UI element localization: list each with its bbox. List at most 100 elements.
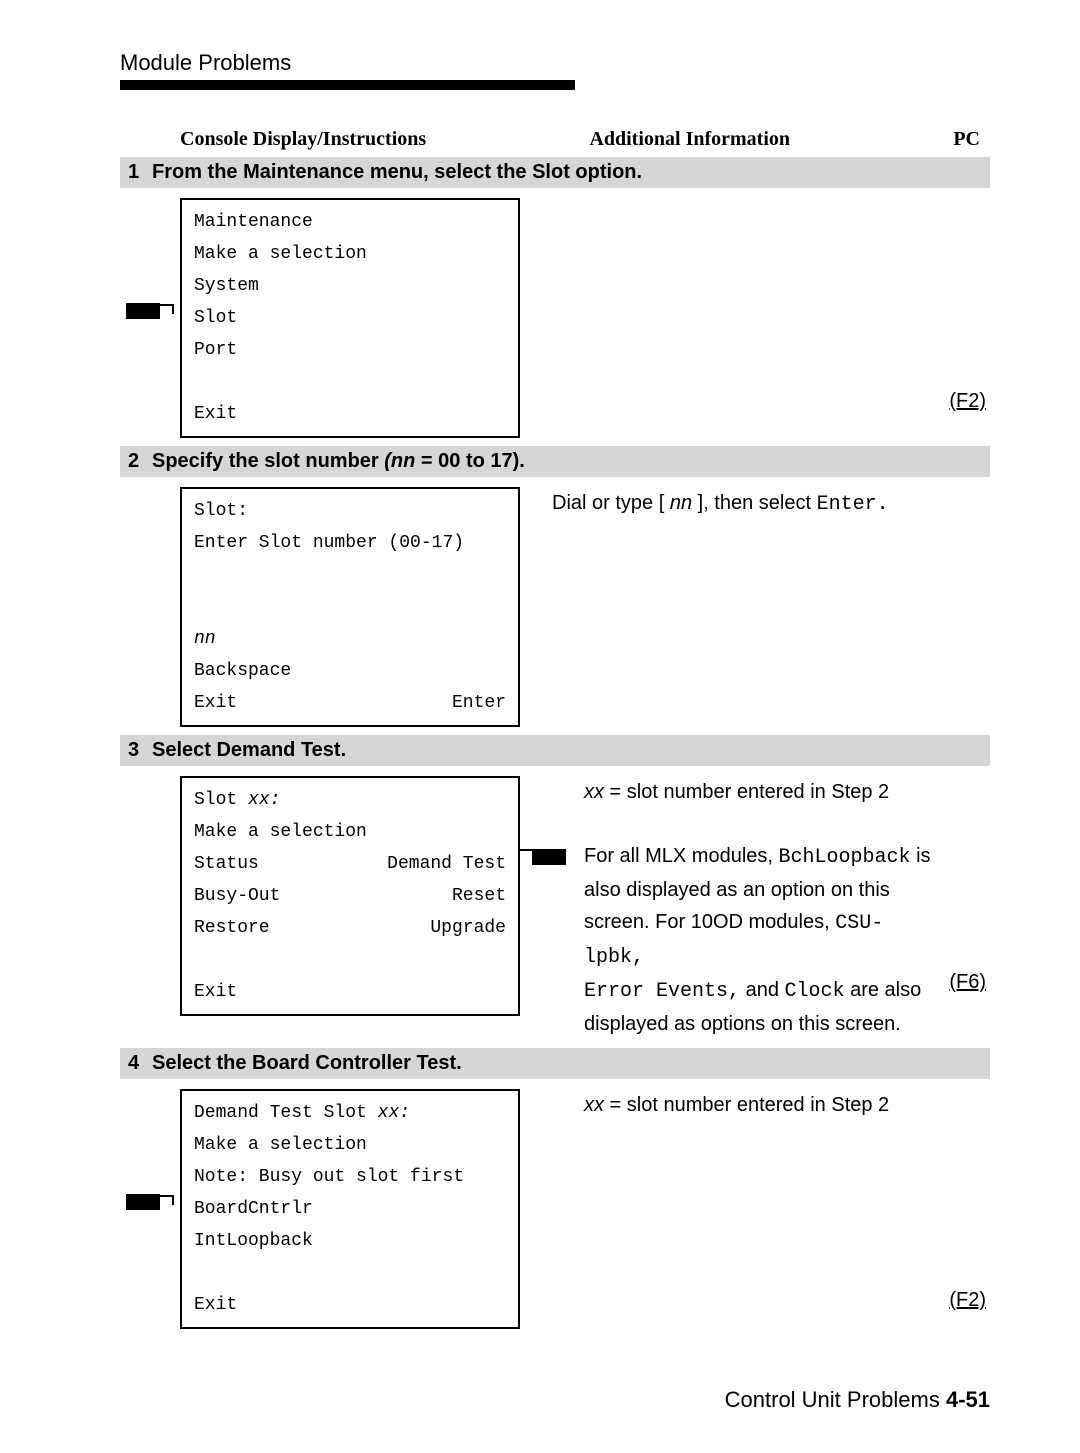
text: = slot number entered in Step 2 — [604, 781, 889, 803]
info-line: xx = slot number entered in Step 2 — [584, 776, 940, 808]
page-footer: Control Unit Problems 4-51 — [120, 1387, 990, 1413]
step-1-header: 1 From the Maintenance menu, select the … — [120, 157, 990, 188]
text: Slot — [194, 790, 248, 810]
marker-block-icon — [532, 849, 566, 865]
step-number: 3 — [128, 739, 152, 762]
text: nn — [670, 492, 692, 514]
text: xx — [584, 781, 604, 803]
text: xx: — [248, 790, 280, 810]
pc-key-link[interactable]: (F2) — [949, 390, 986, 413]
console-row: Status Demand Test — [194, 848, 506, 880]
marker-tick-icon — [160, 304, 174, 314]
column-headers: Console Display/Instructions Additional … — [120, 128, 990, 151]
text: Reset — [452, 880, 506, 912]
step-3-body: Slot xx: Make a selection Status Demand … — [120, 766, 990, 1048]
step-2-body: Slot: Enter Slot number (00-17) nn Backs… — [120, 477, 990, 735]
console-line: Make a selection — [194, 1129, 506, 1161]
console-display: Slot: Enter Slot number (00-17) nn Backs… — [180, 487, 520, 727]
info-col: xx = slot number entered in Step 2 — [520, 1089, 940, 1121]
section-title: Module Problems — [120, 50, 990, 76]
console-display: Demand Test Slot xx: Make a selection No… — [180, 1089, 520, 1329]
console-row — [194, 944, 506, 976]
text: Demand Test — [387, 848, 506, 880]
console-exit: Exit — [194, 687, 237, 719]
text: Clock — [785, 980, 845, 1003]
step-1-body: Maintenance Make a selection System Slot… — [120, 188, 990, 446]
console-line: Enter Slot number (00-17) — [194, 527, 506, 559]
console-line: nn — [194, 623, 506, 655]
title-underline — [120, 80, 575, 90]
text: xx: — [378, 1103, 410, 1123]
text: ], then select — [692, 492, 817, 514]
console-line: Maintenance — [194, 206, 506, 238]
text: Error Events, — [584, 980, 740, 1003]
text: Dial or type [ — [552, 492, 670, 514]
marker-tick-icon — [160, 1195, 174, 1205]
text: Restore — [194, 912, 270, 944]
info-line: xx = slot number entered in Step 2 — [584, 1089, 940, 1121]
console-row: Restore Upgrade — [194, 912, 506, 944]
step-title-text: = 00 to 17). — [415, 450, 525, 472]
console-line — [194, 559, 506, 591]
console-row: Exit — [194, 976, 506, 1008]
text: Enter. — [817, 493, 889, 516]
console-line — [194, 366, 506, 398]
console-bottom-row: Exit Enter — [194, 687, 506, 719]
console-line: Backspace — [194, 655, 506, 687]
info-col: Dial or type [ nn ], then select Enter. — [520, 487, 940, 521]
console-display: Maintenance Make a selection System Slot… — [180, 198, 520, 438]
step-4-header: 4 Select the Board Controller Test. — [120, 1048, 990, 1079]
step-title-ital: (nn — [384, 450, 415, 472]
info-line: For all MLX modules, BchLoopback is — [584, 840, 940, 874]
pc-key-link[interactable]: (F6) — [949, 971, 986, 994]
text — [194, 944, 205, 976]
console-line: Exit — [194, 1289, 506, 1321]
text: BchLoopback — [779, 846, 911, 869]
text: displayed as options on this screen. — [584, 1013, 901, 1035]
info-col: xx = slot number entered in Step 2 For a… — [520, 776, 940, 1040]
text: Busy-Out — [194, 880, 280, 912]
marker-block-icon — [126, 303, 160, 319]
console-line: BoardCntrlr — [194, 1193, 506, 1225]
console-line: Note: Busy out slot first — [194, 1161, 506, 1193]
console-line: Slot — [194, 302, 506, 334]
step-4-body: Demand Test Slot xx: Make a selection No… — [120, 1079, 990, 1337]
step-title-text: Specify the slot number — [152, 450, 384, 472]
console-enter: Enter — [452, 687, 506, 719]
console-line — [194, 1257, 506, 1289]
footer-page: 4-51 — [946, 1387, 990, 1412]
step-3-header: 3 Select Demand Test. — [120, 735, 990, 766]
text: screen. For 10OD modules, — [584, 911, 835, 933]
text: xx — [584, 1094, 604, 1116]
step-title: Select Demand Test. — [152, 739, 346, 762]
marker-tick-icon — [518, 849, 532, 859]
text: Exit — [194, 976, 237, 1008]
text: and — [740, 979, 784, 1001]
text: Demand Test Slot — [194, 1103, 378, 1123]
text: = slot number entered in Step 2 — [604, 1094, 889, 1116]
console-row: Slot xx: — [194, 784, 506, 816]
info-line: also displayed as an option on this — [584, 874, 940, 906]
console-line: Demand Test Slot xx: — [194, 1097, 506, 1129]
console-line: System — [194, 270, 506, 302]
text: Upgrade — [430, 912, 506, 944]
step-title: From the Maintenance menu, select the Sl… — [152, 161, 642, 184]
console-line: Slot: — [194, 495, 506, 527]
console-line — [194, 591, 506, 623]
step-title: Specify the slot number (nn = 00 to 17). — [152, 450, 525, 473]
info-line — [584, 808, 940, 840]
text: are also — [845, 979, 922, 1001]
console-line: Make a selection — [194, 238, 506, 270]
step-2-header: 2 Specify the slot number (nn = 00 to 17… — [120, 446, 990, 477]
console-display: Slot xx: Make a selection Status Demand … — [180, 776, 520, 1016]
footer-text: Control Unit Problems — [725, 1387, 940, 1412]
info-line: Error Events, and Clock are also — [584, 974, 940, 1008]
console-row: Busy-Out Reset — [194, 880, 506, 912]
marker-block-icon — [126, 1194, 160, 1210]
step-number: 2 — [128, 450, 152, 473]
header-additional-info: Additional Information — [589, 128, 790, 151]
console-line: Port — [194, 334, 506, 366]
text: For all MLX modules, — [584, 845, 779, 867]
pc-key-link[interactable]: (F2) — [949, 1289, 986, 1312]
console-line: Exit — [194, 398, 506, 430]
